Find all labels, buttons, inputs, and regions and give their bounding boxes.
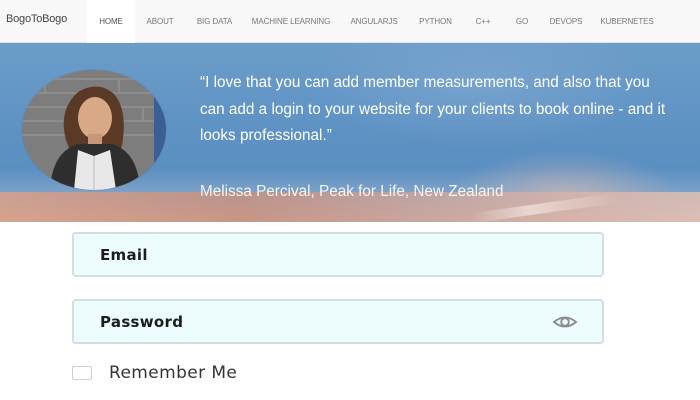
email-field[interactable]: Email: [72, 232, 604, 277]
nav-item-about[interactable]: About: [135, 0, 185, 43]
eye-icon[interactable]: [552, 313, 578, 331]
nav-menu: Home About Big Data Machine Learning Ang…: [87, 0, 661, 43]
top-navbar: BogoToBogo Home About Big Data Machine L…: [0, 0, 700, 43]
nav-item-python[interactable]: Python: [410, 0, 461, 43]
nav-item-go[interactable]: go: [505, 0, 539, 43]
nav-item-cpp[interactable]: C++: [461, 0, 505, 43]
nav-item-big-data[interactable]: Big Data: [185, 0, 244, 43]
nav-item-devops[interactable]: DevOps: [539, 0, 593, 43]
password-field[interactable]: Password: [72, 299, 604, 344]
remember-me-label[interactable]: Remember Me: [109, 363, 237, 383]
nav-item-kubernetes[interactable]: Kubernetes: [593, 0, 661, 43]
password-label: Password: [100, 313, 184, 331]
email-label: Email: [100, 246, 148, 264]
nav-item-home[interactable]: Home: [87, 0, 135, 43]
testimonial-avatar: [22, 70, 166, 190]
remember-me-row: Remember Me: [72, 362, 237, 384]
remember-me-checkbox[interactable]: [72, 366, 92, 380]
nav-item-angularjs[interactable]: AngularJS: [338, 0, 410, 43]
nav-item-machine-learning[interactable]: Machine Learning: [244, 0, 338, 43]
testimonial-quote: “I love that you can add member measurem…: [200, 74, 666, 144]
brand-logo[interactable]: BogoToBogo: [6, 0, 67, 43]
person-photo-icon: [22, 70, 166, 190]
testimonial-attribution: Melissa Percival, Peak for Life, New Zea…: [200, 183, 504, 200]
